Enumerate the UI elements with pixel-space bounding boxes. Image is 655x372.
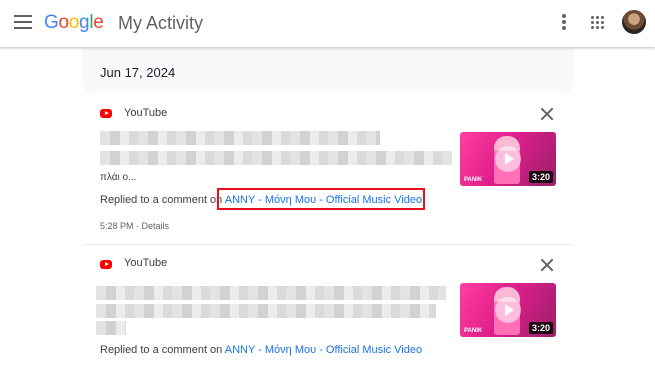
comment-snippet: πλάι ο... — [100, 172, 137, 183]
thumbnail-brand: PANIK — [464, 328, 483, 334]
logo-letter: G — [44, 12, 59, 33]
close-icon[interactable] — [540, 258, 554, 272]
activity-meta: 5:28 PM · Details — [100, 221, 170, 231]
redacted-text — [100, 151, 452, 165]
redacted-text — [96, 286, 446, 300]
activity-line: Replied to a comment on ANNY - Μόνη Μου … — [100, 344, 422, 356]
avatar[interactable] — [622, 10, 646, 34]
thumbnail-brand: PANIK — [464, 177, 483, 183]
logo-letter: o — [68, 12, 80, 33]
youtube-icon — [100, 109, 112, 118]
activity-time: 5:28 PM — [100, 221, 134, 231]
product-name: YouTube — [124, 257, 168, 269]
video-duration: 3:20 — [528, 322, 553, 334]
activity-item: YouTube πλάι ο... PANIK 3:20 Replied to … — [83, 93, 573, 245]
redacted-text — [100, 131, 380, 145]
activity-item: YouTube PANIK 3:20 Replied to a comment … — [83, 246, 573, 372]
play-icon — [495, 146, 521, 172]
video-thumbnail[interactable]: PANIK 3:20 — [460, 132, 556, 186]
redacted-text — [96, 321, 126, 335]
highlight-box — [217, 188, 425, 210]
logo-letter: e — [93, 12, 104, 33]
logo-letter: o — [58, 12, 69, 33]
details-link[interactable]: Details — [142, 221, 170, 231]
redacted-text — [96, 304, 436, 318]
apps-grid-icon[interactable] — [591, 16, 605, 30]
video-link[interactable]: ANNY - Μόνη Μου - Official Music Video — [225, 344, 422, 356]
top-bar: Google My Activity — [0, 0, 655, 47]
product-title: My Activity — [118, 13, 204, 33]
close-icon[interactable] — [540, 107, 554, 121]
action-text: Replied to a comment on — [100, 344, 223, 356]
date-header: Jun 17, 2024 — [83, 48, 573, 92]
hamburger-icon[interactable] — [14, 15, 32, 29]
youtube-icon — [100, 260, 112, 269]
logo-letter: g — [79, 12, 90, 33]
play-icon — [495, 297, 521, 323]
video-duration: 3:20 — [528, 171, 553, 183]
video-thumbnail[interactable]: PANIK 3:20 — [460, 283, 556, 337]
action-text: Replied to a comment on — [100, 194, 223, 206]
google-logo[interactable]: Google — [44, 12, 104, 34]
product-name: YouTube — [124, 107, 168, 119]
date-label: Jun 17, 2024 — [100, 65, 176, 80]
more-vert-icon[interactable] — [561, 14, 567, 32]
